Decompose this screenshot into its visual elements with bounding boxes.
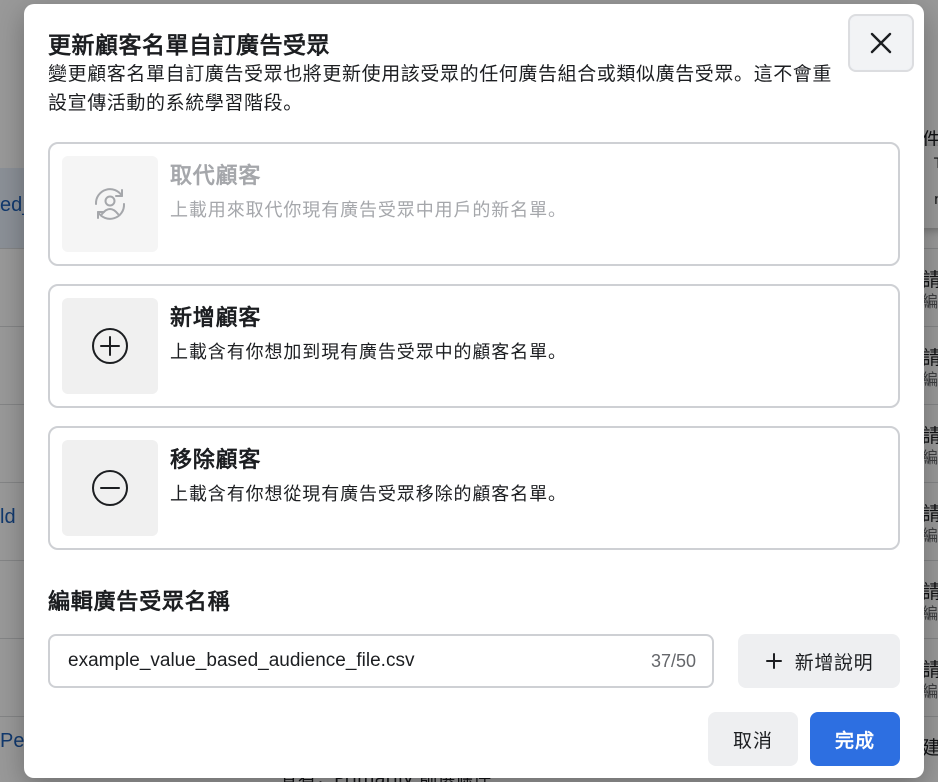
- option-description: 上載含有你想從現有廣告受眾移除的顧客名單。: [170, 484, 567, 505]
- option-replace-customers: 取代顧客 上載用來取代你現有廣告受眾中用戶的新名單。: [48, 142, 900, 266]
- option-remove-customers[interactable]: 移除顧客 上載含有你想從現有廣告受眾移除的顧客名單。: [48, 426, 900, 550]
- availability-cell: 請如編: [922, 581, 938, 623]
- character-counter: 37/50: [650, 651, 696, 671]
- minus-circle-icon: [92, 470, 128, 506]
- option-description: 上載用來取代你現有廣告受眾中用戶的新名單。: [170, 200, 567, 221]
- option-title: 新增顧客: [170, 306, 262, 331]
- option-icon-box: [62, 440, 158, 536]
- availability-cell: 請如編: [922, 269, 938, 311]
- audience-name-label: 編輯廣告受眾名稱: [48, 590, 231, 615]
- audience-name-input[interactable]: example_value_based_audience_file.csv 37…: [48, 634, 714, 688]
- close-button[interactable]: [848, 14, 914, 72]
- availability-cell: 建立: [922, 737, 938, 759]
- close-button-inner[interactable]: [851, 17, 911, 69]
- option-title: 移除顧客: [170, 448, 262, 473]
- availability-cell: 請如編: [922, 659, 938, 701]
- done-button[interactable]: 完成: [810, 712, 900, 766]
- option-description: 上載含有你想加到現有廣告受眾中的顧客名單。: [170, 342, 567, 363]
- add-description-button[interactable]: 新增說明: [738, 634, 900, 688]
- option-icon-box: [62, 298, 158, 394]
- availability-cell: 請如編: [922, 347, 938, 389]
- availability-cell: 請如編: [922, 425, 938, 467]
- option-icon-box: [62, 156, 158, 252]
- dialog-title: 更新顧客名單自訂廣告受眾: [48, 33, 330, 59]
- close-icon: [870, 32, 892, 54]
- availability-cell: 請如編: [922, 503, 938, 545]
- cancel-button[interactable]: 取消: [708, 712, 798, 766]
- user-refresh-icon: [94, 188, 126, 220]
- update-audience-dialog: 更新顧客名單自訂廣告受眾 變更顧客名單自訂廣告受眾也將更新使用該受眾的任何廣告組…: [24, 4, 924, 778]
- option-add-customers[interactable]: 新增顧客 上載含有你想加到現有廣告受眾中的顧客名單。: [48, 284, 900, 408]
- dialog-description: 變更顧客名單自訂廣告受眾也將更新使用該受眾的任何廣告組合或類似廣告受眾。這不會重…: [48, 63, 833, 114]
- plus-icon: [765, 653, 782, 669]
- plus-circle-icon: [92, 328, 128, 364]
- add-description-label: 新增說明: [794, 651, 874, 674]
- audience-name-value[interactable]: example_value_based_audience_file.csv: [68, 650, 414, 672]
- option-title: 取代顧客: [170, 164, 262, 189]
- audience-name-link[interactable]: ld: [0, 506, 16, 529]
- audience-name-link[interactable]: Pe: [0, 730, 24, 753]
